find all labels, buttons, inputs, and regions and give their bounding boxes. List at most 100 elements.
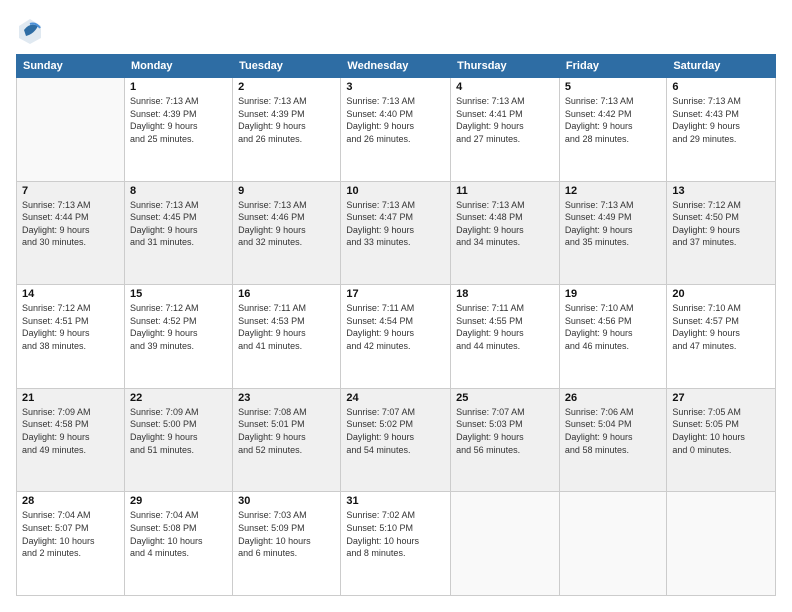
calendar-cell [667, 492, 776, 596]
calendar-cell: 20Sunrise: 7:10 AM Sunset: 4:57 PM Dayli… [667, 285, 776, 389]
day-info: Sunrise: 7:13 AM Sunset: 4:46 PM Dayligh… [238, 199, 335, 249]
day-info: Sunrise: 7:08 AM Sunset: 5:01 PM Dayligh… [238, 406, 335, 456]
calendar-cell: 27 Sunrise: 7:05 AM Sunset: 5:05 PM Dayli… [667, 388, 776, 492]
calendar-cell: 28 Sunrise: 7:04 AM Sunset: 5:07 PM Dayli… [17, 492, 125, 596]
calendar-cell: 17 Sunrise: 7:11 AM Sunset: 4:54 PM Dayli… [341, 285, 451, 389]
day-number: 1 [130, 81, 227, 93]
day-number: 3 [346, 81, 445, 93]
day-number: 7 [22, 185, 119, 197]
calendar-cell: 24 Sunrise: 7:07 AM Sunset: 5:02 PM Dayli… [341, 388, 451, 492]
day-info: Sunrise: 7:03 AM Sunset: 5:09 PM Dayligh… [238, 509, 335, 559]
day-info: Sunrise: 7:13 AM Sunset: 4:40 PM Dayligh… [346, 95, 445, 145]
day-number: 29 [130, 495, 227, 507]
calendar-cell: 16Sunrise: 7:11 AM Sunset: 4:53 PM Dayli… [233, 285, 341, 389]
weekday-saturday: Saturday [667, 55, 776, 78]
day-info: Sunrise: 7:13 AM Sunset: 4:39 PM Dayligh… [130, 95, 227, 145]
calendar-cell: 15 Sunrise: 7:12 AM Sunset: 4:52 PM Dayli… [124, 285, 232, 389]
day-number: 26 [565, 392, 661, 404]
day-info: Sunrise: 7:13 AM Sunset: 4:44 PM Dayligh… [22, 199, 119, 249]
calendar-week-4: 21 Sunrise: 7:09 AM Sunset: 4:58 PM Dayli… [17, 388, 776, 492]
calendar-cell: 2 Sunrise: 7:13 AM Sunset: 4:39 PM Daylig… [233, 78, 341, 182]
day-number: 4 [456, 81, 554, 93]
day-number: 5 [565, 81, 661, 93]
day-number: 14 [22, 288, 119, 300]
day-number: 24 [346, 392, 445, 404]
calendar-cell: 21 Sunrise: 7:09 AM Sunset: 4:58 PM Dayli… [17, 388, 125, 492]
day-info: Sunrise: 7:12 AM Sunset: 4:50 PM Dayligh… [672, 199, 770, 249]
weekday-thursday: Thursday [451, 55, 560, 78]
day-info: Sunrise: 7:13 AM Sunset: 4:49 PM Dayligh… [565, 199, 661, 249]
calendar-cell: 3 Sunrise: 7:13 AM Sunset: 4:40 PM Daylig… [341, 78, 451, 182]
calendar-week-5: 28 Sunrise: 7:04 AM Sunset: 5:07 PM Dayli… [17, 492, 776, 596]
weekday-tuesday: Tuesday [233, 55, 341, 78]
weekday-monday: Monday [124, 55, 232, 78]
day-info: Sunrise: 7:07 AM Sunset: 5:02 PM Dayligh… [346, 406, 445, 456]
day-number: 18 [456, 288, 554, 300]
day-number: 19 [565, 288, 661, 300]
day-info: Sunrise: 7:06 AM Sunset: 5:04 PM Dayligh… [565, 406, 661, 456]
day-number: 17 [346, 288, 445, 300]
day-number: 8 [130, 185, 227, 197]
day-info: Sunrise: 7:13 AM Sunset: 4:47 PM Dayligh… [346, 199, 445, 249]
logo-icon [16, 16, 44, 44]
day-number: 16 [238, 288, 335, 300]
day-number: 23 [238, 392, 335, 404]
day-info: Sunrise: 7:12 AM Sunset: 4:52 PM Dayligh… [130, 302, 227, 352]
day-number: 27 [672, 392, 770, 404]
day-number: 25 [456, 392, 554, 404]
calendar-cell: 25 Sunrise: 7:07 AM Sunset: 5:03 PM Dayli… [451, 388, 560, 492]
calendar-cell: 11Sunrise: 7:13 AM Sunset: 4:48 PM Dayli… [451, 181, 560, 285]
day-info: Sunrise: 7:07 AM Sunset: 5:03 PM Dayligh… [456, 406, 554, 456]
calendar-week-3: 14Sunrise: 7:12 AM Sunset: 4:51 PM Dayli… [17, 285, 776, 389]
day-number: 6 [672, 81, 770, 93]
calendar-cell: 18 Sunrise: 7:11 AM Sunset: 4:55 PM Dayli… [451, 285, 560, 389]
day-info: Sunrise: 7:11 AM Sunset: 4:55 PM Dayligh… [456, 302, 554, 352]
page: SundayMondayTuesdayWednesdayThursdayFrid… [0, 0, 792, 612]
day-info: Sunrise: 7:13 AM Sunset: 4:43 PM Dayligh… [672, 95, 770, 145]
day-info: Sunrise: 7:04 AM Sunset: 5:07 PM Dayligh… [22, 509, 119, 559]
day-info: Sunrise: 7:10 AM Sunset: 4:56 PM Dayligh… [565, 302, 661, 352]
day-number: 9 [238, 185, 335, 197]
calendar-cell: 7 Sunrise: 7:13 AM Sunset: 4:44 PM Daylig… [17, 181, 125, 285]
day-info: Sunrise: 7:02 AM Sunset: 5:10 PM Dayligh… [346, 509, 445, 559]
calendar-cell: 12 Sunrise: 7:13 AM Sunset: 4:49 PM Dayli… [559, 181, 666, 285]
calendar-cell: 30 Sunrise: 7:03 AM Sunset: 5:09 PM Dayli… [233, 492, 341, 596]
day-number: 28 [22, 495, 119, 507]
calendar-cell: 9 Sunrise: 7:13 AM Sunset: 4:46 PM Daylig… [233, 181, 341, 285]
calendar-cell: 5 Sunrise: 7:13 AM Sunset: 4:42 PM Daylig… [559, 78, 666, 182]
logo [16, 16, 46, 44]
day-info: Sunrise: 7:11 AM Sunset: 4:54 PM Dayligh… [346, 302, 445, 352]
calendar-cell: 14Sunrise: 7:12 AM Sunset: 4:51 PM Dayli… [17, 285, 125, 389]
calendar-cell [17, 78, 125, 182]
day-info: Sunrise: 7:09 AM Sunset: 4:58 PM Dayligh… [22, 406, 119, 456]
day-number: 11 [456, 185, 554, 197]
weekday-sunday: Sunday [17, 55, 125, 78]
day-info: Sunrise: 7:13 AM Sunset: 4:45 PM Dayligh… [130, 199, 227, 249]
day-info: Sunrise: 7:05 AM Sunset: 5:05 PM Dayligh… [672, 406, 770, 456]
day-info: Sunrise: 7:13 AM Sunset: 4:41 PM Dayligh… [456, 95, 554, 145]
calendar-week-1: 1 Sunrise: 7:13 AM Sunset: 4:39 PM Daylig… [17, 78, 776, 182]
calendar-week-2: 7 Sunrise: 7:13 AM Sunset: 4:44 PM Daylig… [17, 181, 776, 285]
calendar-cell: 8 Sunrise: 7:13 AM Sunset: 4:45 PM Daylig… [124, 181, 232, 285]
day-number: 12 [565, 185, 661, 197]
calendar-cell: 10 Sunrise: 7:13 AM Sunset: 4:47 PM Dayli… [341, 181, 451, 285]
calendar-cell: 26 Sunrise: 7:06 AM Sunset: 5:04 PM Dayli… [559, 388, 666, 492]
calendar-cell: 6 Sunrise: 7:13 AM Sunset: 4:43 PM Daylig… [667, 78, 776, 182]
calendar-cell: 19 Sunrise: 7:10 AM Sunset: 4:56 PM Dayli… [559, 285, 666, 389]
calendar-cell [451, 492, 560, 596]
day-number: 15 [130, 288, 227, 300]
day-info: Sunrise: 7:10 AM Sunset: 4:57 PM Dayligh… [672, 302, 770, 352]
day-info: Sunrise: 7:13 AM Sunset: 4:39 PM Dayligh… [238, 95, 335, 145]
calendar-cell: 31Sunrise: 7:02 AM Sunset: 5:10 PM Dayli… [341, 492, 451, 596]
day-number: 21 [22, 392, 119, 404]
header [16, 16, 776, 44]
day-info: Sunrise: 7:04 AM Sunset: 5:08 PM Dayligh… [130, 509, 227, 559]
day-number: 10 [346, 185, 445, 197]
calendar-cell: 1 Sunrise: 7:13 AM Sunset: 4:39 PM Daylig… [124, 78, 232, 182]
calendar-cell: 4 Sunrise: 7:13 AM Sunset: 4:41 PM Daylig… [451, 78, 560, 182]
day-info: Sunrise: 7:13 AM Sunset: 4:42 PM Dayligh… [565, 95, 661, 145]
weekday-friday: Friday [559, 55, 666, 78]
day-number: 2 [238, 81, 335, 93]
day-number: 22 [130, 392, 227, 404]
day-number: 30 [238, 495, 335, 507]
